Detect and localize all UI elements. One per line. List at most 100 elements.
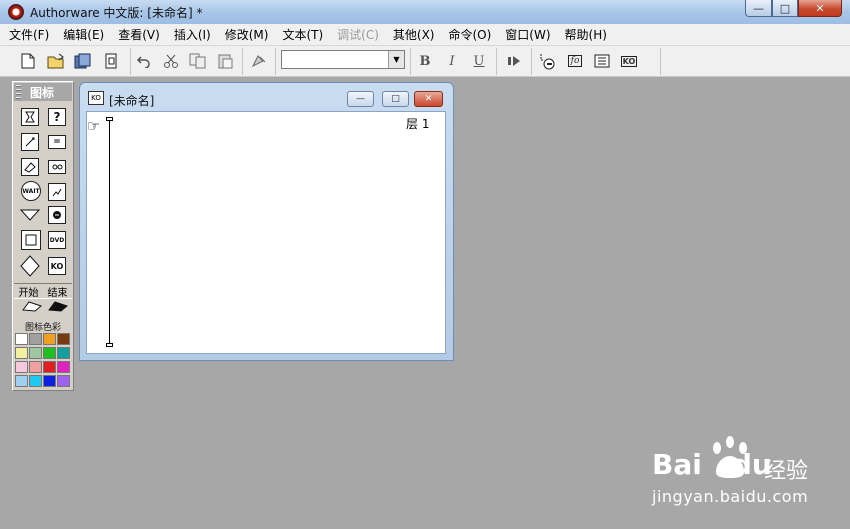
watermark-brand: Bai: [652, 448, 702, 481]
watermark-cn: 经验: [764, 459, 809, 484]
save-all-icon[interactable]: [73, 51, 93, 71]
design-minimize-button[interactable]: —: [347, 91, 374, 107]
paw-icon: [708, 436, 752, 485]
paste-icon[interactable]: [215, 51, 235, 71]
design-window-icon-label: KO: [91, 94, 101, 102]
video-icon[interactable]: [48, 183, 66, 201]
menu-item[interactable]: 文本(T): [282, 26, 323, 43]
color-swatch[interactable]: [57, 333, 70, 345]
color-swatch[interactable]: [29, 333, 42, 345]
design-window-icon: KO: [88, 91, 104, 105]
bold-button[interactable]: B: [415, 51, 435, 71]
maximize-button[interactable]: □: [772, 0, 798, 17]
flowline[interactable]: [109, 120, 110, 344]
design-window-title: [未命名]: [109, 94, 155, 108]
color-swatch[interactable]: [57, 347, 70, 359]
color-swatch[interactable]: [29, 361, 42, 373]
color-swatch[interactable]: [29, 347, 42, 359]
wait-icon[interactable]: WAIT: [21, 181, 41, 201]
color-swatch[interactable]: [43, 347, 56, 359]
dvd-icon[interactable]: DVD: [48, 231, 66, 249]
menu-item[interactable]: 命令(O): [448, 26, 491, 43]
flag-labels: 开始 结束: [14, 283, 72, 299]
restart-icon[interactable]: [505, 51, 525, 71]
color-swatch[interactable]: [57, 361, 70, 373]
animation-icon[interactable]: [48, 206, 66, 224]
color-swatch[interactable]: [43, 361, 56, 373]
flowline-canvas[interactable]: [86, 111, 446, 354]
color-swatch[interactable]: [43, 375, 56, 387]
grip-icon[interactable]: [16, 85, 21, 99]
menu-item[interactable]: 文件(F): [9, 26, 49, 43]
window-title: Authorware 中文版: [未命名] *: [30, 6, 203, 20]
end-flag-icon[interactable]: [46, 299, 70, 313]
authorware-app-icon[interactable]: [8, 4, 24, 20]
toolbar-divider: [531, 48, 532, 75]
menu-item[interactable]: 修改(M): [225, 26, 269, 43]
knowledge-object-icon[interactable]: KO: [48, 257, 66, 275]
flowline-end-cap: [106, 343, 113, 347]
knowledge-objects-label: KO: [620, 55, 638, 67]
start-flag-icon[interactable]: [20, 299, 44, 313]
framework-icon[interactable]: [21, 230, 41, 250]
wait-label: WAIT: [22, 187, 40, 195]
toolbar: B I U fo KO: [0, 46, 850, 77]
toolbar-divider: [660, 48, 661, 75]
toolbar-divider: [130, 48, 131, 75]
menu-bar: 文件(F) 编辑(E) 查看(V) 插入(I) 修改(M) 文本(T) 调试(C) 其他(X)…: [0, 24, 850, 46]
copy-icon[interactable]: [188, 51, 208, 71]
find-icon[interactable]: [249, 51, 269, 71]
icon-palette-title: 图标: [30, 86, 55, 100]
paste-hand-pointer-icon[interactable]: ☞: [87, 117, 100, 135]
color-swatch[interactable]: [15, 361, 28, 373]
color-swatch[interactable]: [15, 347, 28, 359]
menu-item[interactable]: 窗口(W): [505, 26, 550, 43]
menu-item[interactable]: 插入(I): [174, 26, 211, 43]
calculation-icon[interactable]: [21, 133, 39, 151]
design-restore-button[interactable]: □: [382, 91, 409, 107]
minimize-button[interactable]: —: [745, 0, 772, 17]
knowledge-objects-button[interactable]: KO: [619, 51, 639, 71]
menu-item[interactable]: 调试(C): [337, 26, 379, 43]
functions-label: fo: [567, 55, 583, 67]
cut-icon[interactable]: [161, 51, 181, 71]
color-swatch[interactable]: [15, 333, 28, 345]
undo-icon[interactable]: [134, 51, 154, 71]
color-swatch[interactable]: [29, 375, 42, 387]
map-icon[interactable]: =: [48, 135, 66, 149]
italic-button[interactable]: I: [442, 51, 462, 71]
import-icon[interactable]: [101, 51, 121, 71]
open-folder-icon[interactable]: [46, 51, 66, 71]
color-swatch[interactable]: [57, 375, 70, 387]
icon-color-label: 图标色彩: [24, 323, 61, 333]
knowledge-object-label: KO: [50, 261, 64, 271]
toolbar-divider: [410, 48, 411, 75]
interaction-icon[interactable]: ?: [48, 108, 66, 126]
chevron-down-icon[interactable]: ▼: [388, 51, 404, 68]
font-select[interactable]: ▼: [281, 50, 405, 69]
menu-item[interactable]: 编辑(E): [63, 26, 104, 43]
close-button[interactable]: ✕: [798, 0, 842, 17]
control-panel-icon[interactable]: [538, 51, 558, 71]
new-file-icon[interactable]: [18, 51, 38, 71]
display-icon[interactable]: [21, 108, 39, 126]
functions-button[interactable]: fo: [565, 51, 585, 71]
color-swatch[interactable]: [43, 333, 56, 345]
variables-icon[interactable]: [592, 51, 612, 71]
end-flag-label: 结束: [47, 287, 68, 299]
digital-movie-icon[interactable]: [48, 160, 66, 174]
design-close-button[interactable]: ✕: [414, 91, 443, 107]
toolbar-divider: [275, 48, 276, 75]
color-swatch[interactable]: [15, 375, 28, 387]
decision-icon[interactable]: [20, 255, 40, 277]
menu-item[interactable]: 其他(X): [393, 26, 435, 43]
start-flag-label: 开始: [18, 287, 39, 299]
menu-item[interactable]: 帮助(H): [565, 26, 607, 43]
flowline-start-cap: [106, 117, 113, 121]
navigate-icon[interactable]: [20, 206, 40, 224]
dvd-label: DVD: [49, 236, 65, 244]
motion-icon[interactable]: [21, 158, 39, 176]
underline-button[interactable]: U: [469, 51, 489, 71]
toolbar-divider: [242, 48, 243, 75]
menu-item[interactable]: 查看(V): [118, 26, 160, 43]
